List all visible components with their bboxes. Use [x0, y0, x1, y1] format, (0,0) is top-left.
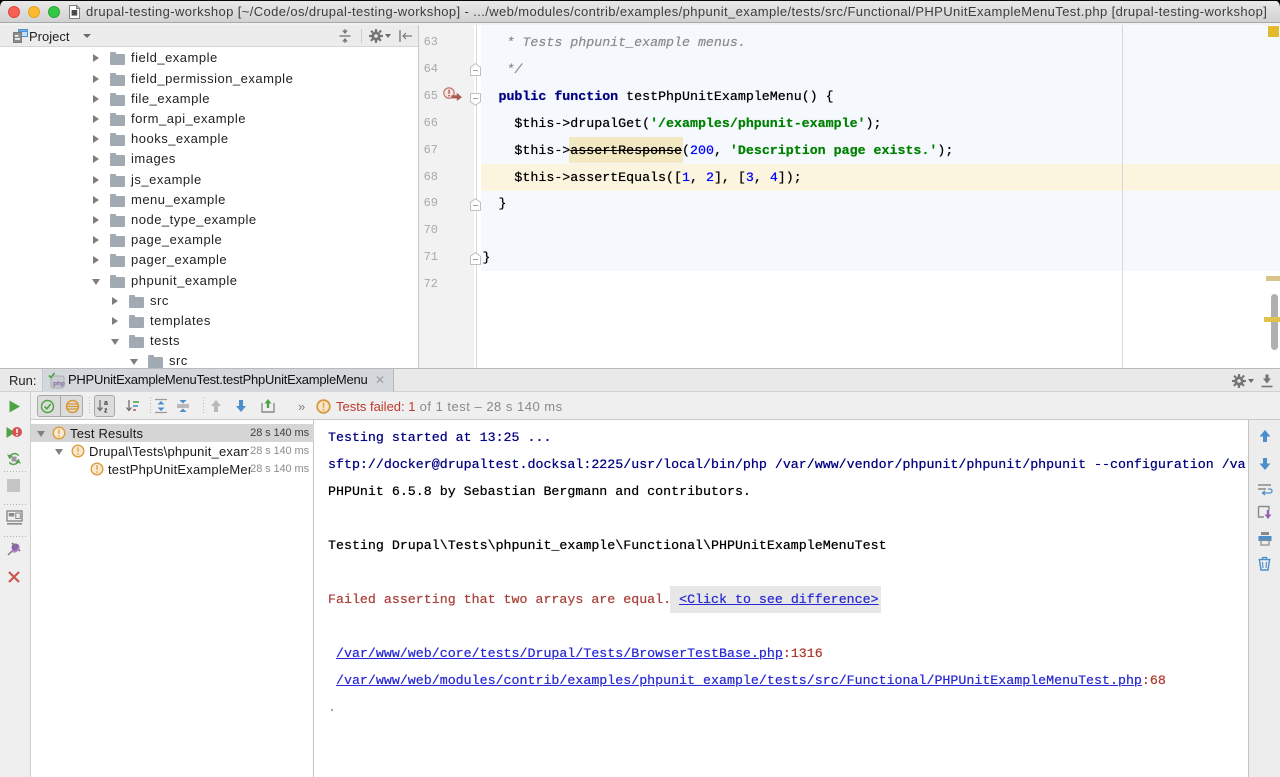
- svg-text:a: a: [104, 400, 108, 407]
- svg-text:php: php: [53, 381, 65, 388]
- svg-text:z: z: [104, 408, 108, 415]
